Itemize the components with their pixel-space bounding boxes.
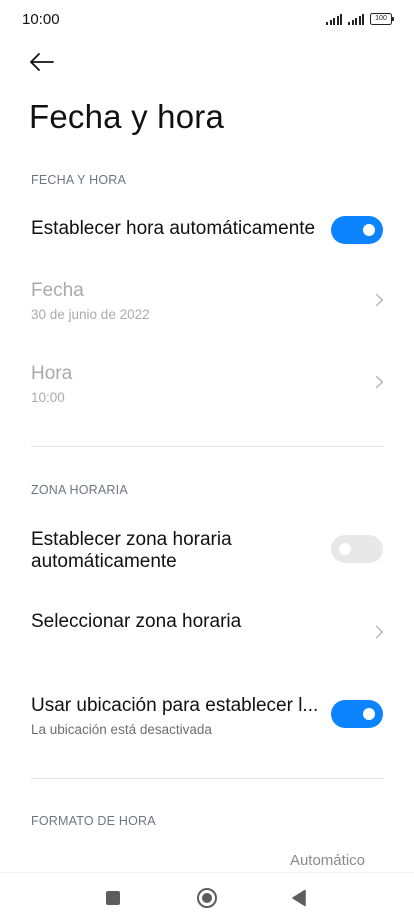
back-icon[interactable] (291, 889, 307, 907)
auto-zone-toggle[interactable] (331, 535, 383, 563)
auto-time-toggle[interactable] (331, 216, 383, 244)
time-row[interactable]: Hora 10:00 (0, 355, 414, 417)
use-location-toggle[interactable] (331, 700, 383, 728)
section-header-time-zone: ZONA HORARIA (31, 483, 128, 497)
auto-time-label: Establecer hora automáticamente (31, 218, 316, 239)
date-label: Fecha (31, 280, 84, 301)
status-time: 10:00 (22, 11, 60, 28)
navigation-bar (0, 872, 414, 921)
select-zone-label: Seleccionar zona horaria (31, 611, 242, 632)
date-row[interactable]: Fecha 30 de junio de 2022 (0, 272, 414, 334)
use-location-row[interactable]: Usar ubicación para establecer l... La u… (0, 690, 414, 748)
chevron-right-icon (375, 293, 384, 307)
recents-icon[interactable] (106, 891, 120, 905)
chevron-right-icon (375, 625, 384, 639)
battery-icon: 100 (370, 13, 394, 25)
page-title: Fecha y hora (29, 98, 225, 135)
use-location-label: Usar ubicación para establecer l... (31, 695, 319, 716)
time-format-value[interactable]: Automático (290, 852, 365, 869)
section-header-time-format: FORMATO DE HORA (31, 814, 156, 828)
time-label: Hora (31, 363, 73, 384)
divider (31, 446, 384, 447)
signal-icon (326, 14, 342, 25)
back-arrow-icon[interactable] (28, 50, 56, 74)
section-header-date-time: FECHA Y HORA (31, 173, 127, 187)
auto-zone-label-line1: Establecer zona horaria (31, 529, 232, 550)
status-bar: 10:00 100 (0, 0, 414, 40)
select-zone-row[interactable]: Seleccionar zona horaria (0, 600, 414, 660)
chevron-right-icon (375, 375, 384, 389)
use-location-sub: La ubicación está desactivada (31, 722, 212, 737)
auto-zone-row[interactable]: Establecer zona horaria automáticamente (0, 524, 414, 580)
status-icons: 100 (326, 13, 394, 25)
time-value: 10:00 (31, 390, 65, 405)
auto-time-row[interactable]: Establecer hora automáticamente (0, 204, 414, 258)
divider (31, 778, 384, 779)
auto-zone-label-line2: automáticamente (31, 551, 177, 572)
home-icon[interactable] (196, 887, 218, 909)
date-value: 30 de junio de 2022 (31, 307, 150, 322)
signal-icon (348, 14, 364, 25)
